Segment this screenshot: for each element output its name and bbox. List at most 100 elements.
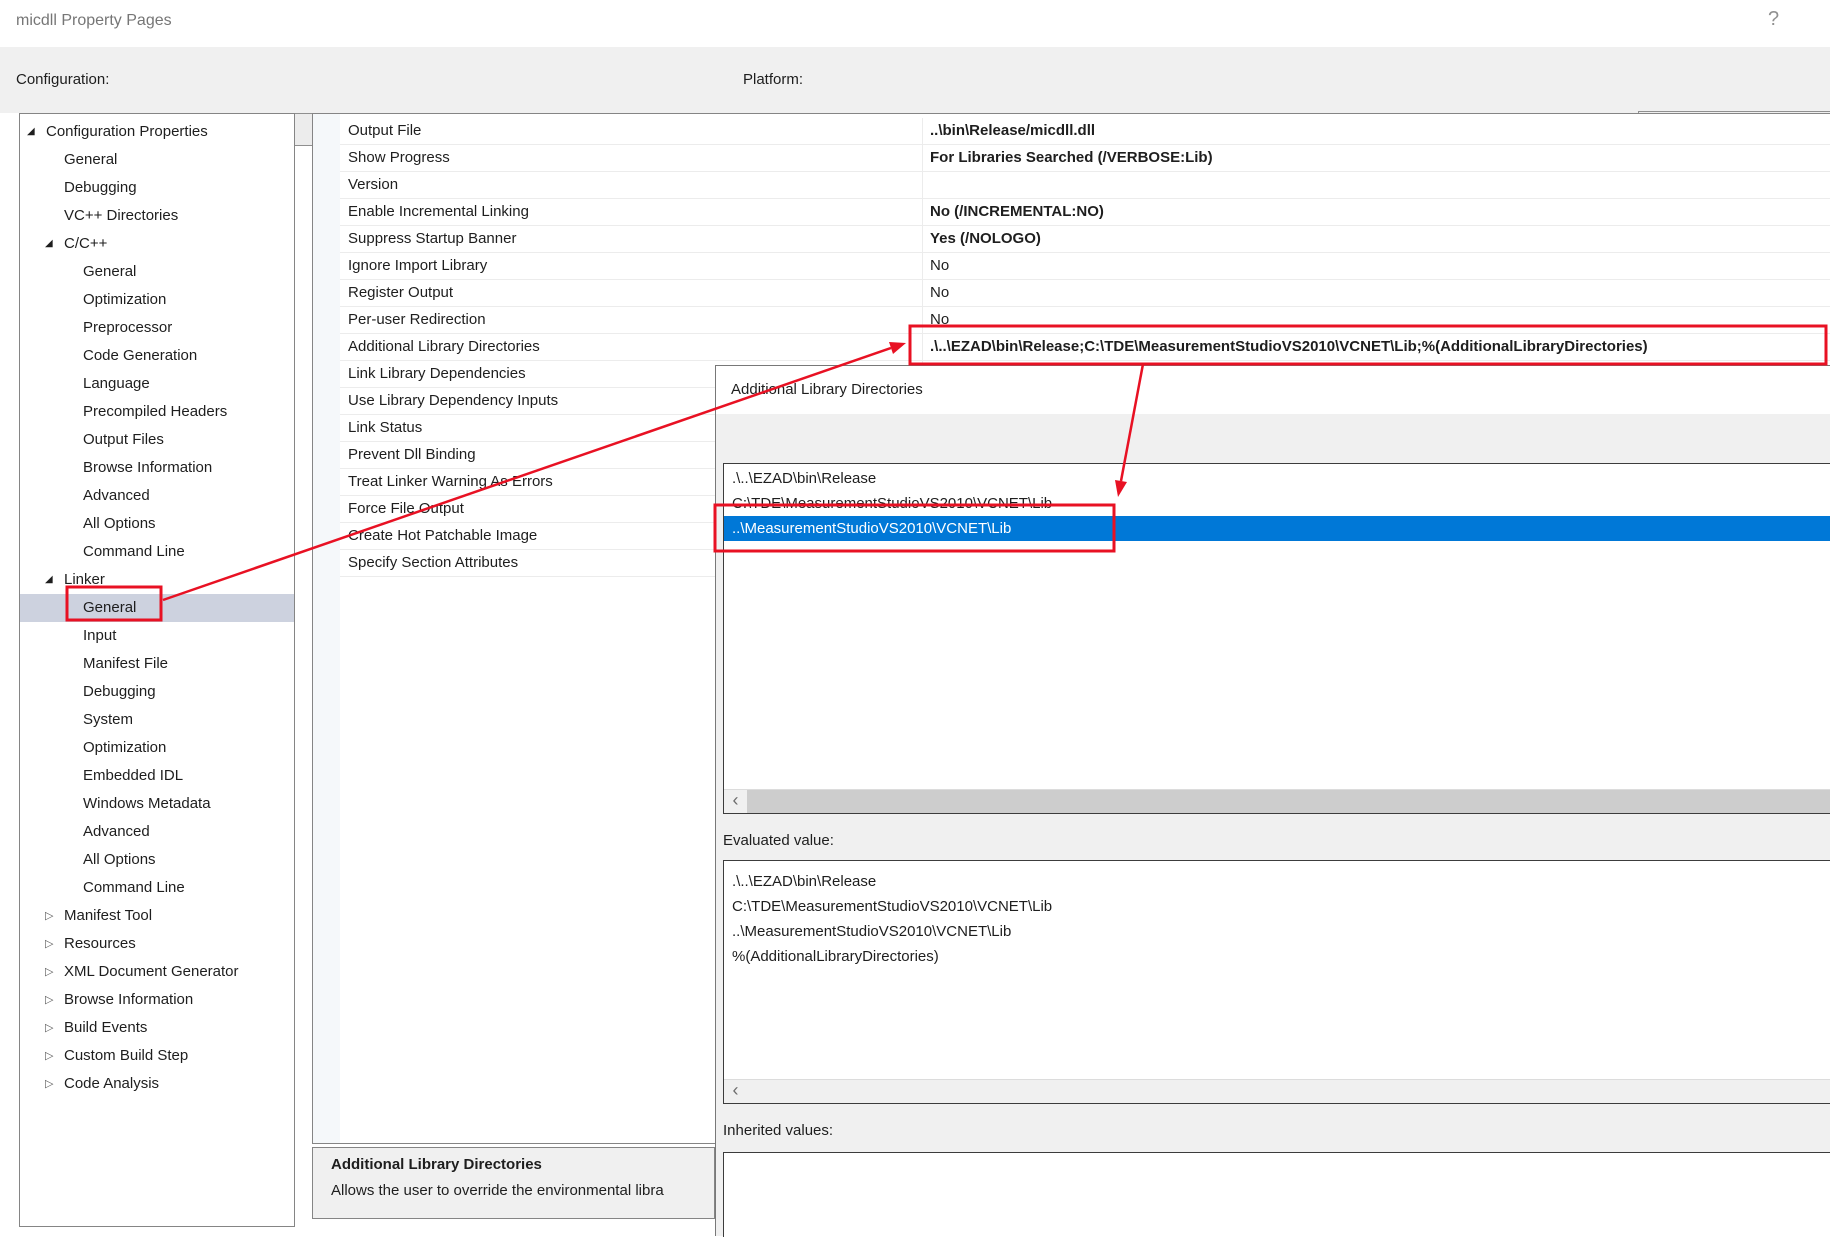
tree-item-general[interactable]: General [20,594,294,622]
directory-list-item[interactable]: .\..\EZAD\bin\Release [724,466,1830,491]
tree-item-debugging[interactable]: Debugging [20,678,294,706]
tree-item-label: Build Events [64,1019,147,1036]
tree-item-general[interactable]: General [20,146,294,174]
evaluated-lines: .\..\EZAD\bin\ReleaseC:\TDE\MeasurementS… [724,869,1830,969]
property-value[interactable]: No (/INCREMENTAL:NO) [930,199,1830,225]
expand-arrow-icon[interactable]: ▷ [45,958,53,986]
tree-item-label: Command Line [83,543,185,560]
tree-item-resources[interactable]: ▷Resources [20,930,294,958]
directory-list-item[interactable]: C:\TDE\MeasurementStudioVS2010\VCNET\Lib [724,491,1830,516]
property-row-show-progress[interactable]: Show ProgressFor Libraries Searched (/VE… [340,145,1830,172]
expand-arrow-icon[interactable]: ▷ [45,1070,53,1098]
property-value[interactable]: Yes (/NOLOGO) [930,226,1830,252]
tree-item-custom-build-step[interactable]: ▷Custom Build Step [20,1042,294,1070]
property-value[interactable]: ..\bin\Release/micdll.dll [930,118,1830,144]
property-name: Ignore Import Library [348,253,487,279]
tree-item-embedded-idl[interactable]: Embedded IDL [20,762,294,790]
tree-item-command-line[interactable]: Command Line [20,874,294,902]
directory-list-item[interactable]: ..\MeasurementStudioVS2010\VCNET\Lib [724,516,1830,541]
evaluated-value-label: Evaluated value: [723,832,834,849]
collapse-arrow-icon[interactable]: ◢ [45,566,53,594]
tree-item-label: Browse Information [64,991,193,1008]
property-name: Link Library Dependencies [348,361,526,387]
property-name: Per-user Redirection [348,307,486,333]
tree-item-advanced[interactable]: Advanced [20,482,294,510]
property-row-per-user-redirection[interactable]: Per-user Redirection No [340,307,1830,334]
tree-item-precompiled-headers[interactable]: Precompiled Headers [20,398,294,426]
inherited-values-box[interactable] [723,1152,1830,1237]
property-value[interactable]: No [930,307,1830,333]
collapse-arrow-icon[interactable]: ◢ [45,230,53,258]
tree-item-preprocessor[interactable]: Preprocessor [20,314,294,342]
tree-item-manifest-file[interactable]: Manifest File [20,650,294,678]
tree-item-browse-information[interactable]: ▷ Browse Information [20,986,294,1014]
configuration-bar: Configuration: Active(Release) ∨ Platfor… [0,47,1830,113]
tree-item-optimization[interactable]: Optimization [20,734,294,762]
property-row-ignore-import-library[interactable]: Ignore Import Library No [340,253,1830,280]
horizontal-scrollbar[interactable]: ‹ [724,789,1830,813]
property-value[interactable]: .\..\EZAD\bin\Release;C:\TDE\Measurement… [930,334,1830,360]
tree-item-language[interactable]: Language [20,370,294,398]
property-row-version[interactable]: Version [340,172,1830,199]
property-name: Specify Section Attributes [348,550,518,576]
property-row-output-file[interactable]: Output File..\bin\Release/micdll.dll [340,118,1830,145]
tree-item-build-events[interactable]: ▷ Build Events [20,1014,294,1042]
tree-item-label: General [83,599,136,616]
tree-item-windows-metadata[interactable]: Windows Metadata [20,790,294,818]
evaluated-value-box: .\..\EZAD\bin\ReleaseC:\TDE\MeasurementS… [723,860,1830,1104]
property-row-additional-library-directories[interactable]: Additional Library Directories .\..\EZAD\… [340,334,1830,361]
tree-item-command-line[interactable]: Command Line [20,538,294,566]
tree-item-all-options[interactable]: All Options [20,510,294,538]
property-row-register-output[interactable]: Register OutputNo [340,280,1830,307]
tree-item-linker[interactable]: ◢Linker [20,566,294,594]
property-row-enable-incremental-linking[interactable]: Enable Incremental LinkingNo (/INCREMENT… [340,199,1830,226]
tree-item-label: Language [83,375,150,392]
title-bar: micdll Property Pages ? [0,0,1830,47]
expand-arrow-icon[interactable]: ▷ [45,986,53,1014]
tree-item-optimization[interactable]: Optimization [20,286,294,314]
expand-arrow-icon[interactable]: ▷ [45,930,53,958]
tree-item-label: Debugging [83,683,156,700]
scroll-left-icon[interactable]: ‹ [724,790,747,813]
tree-item-browse-information[interactable]: Browse Information [20,454,294,482]
property-value[interactable]: No [930,253,1830,279]
evaluated-value-line: %(AdditionalLibraryDirectories) [724,944,1830,969]
tree-item-general[interactable]: General [20,258,294,286]
property-name: Version [348,172,398,198]
tree-item-vc-directories[interactable]: VC++ Directories [20,202,294,230]
tree-item-label: System [83,711,133,728]
expand-arrow-icon[interactable]: ▷ [45,902,53,930]
tree-item-input[interactable]: Input [20,622,294,650]
tree-item-manifest-tool[interactable]: ▷Manifest Tool [20,902,294,930]
horizontal-scrollbar[interactable]: ‹ [724,1079,1830,1103]
tree-item-label: Code Generation [83,347,197,364]
tree-item-xml-document-generator[interactable]: ▷XML Document Generator [20,958,294,986]
collapse-arrow-icon[interactable]: ◢ [27,118,35,146]
tree-item-configuration-properties[interactable]: ◢Configuration Properties [20,118,294,146]
property-value[interactable]: For Libraries Searched (/VERBOSE:Lib) [930,145,1830,171]
tree-item-output-files[interactable]: Output Files [20,426,294,454]
property-name: Additional Library Directories [348,334,540,360]
config-tree: ◢Configuration Properties General Debuggin… [19,113,295,1227]
scroll-left-icon[interactable]: ‹ [724,1080,747,1103]
tree-item-system[interactable]: System [20,706,294,734]
property-value[interactable]: No [930,280,1830,306]
tree-item-label: General [64,151,117,168]
additional-library-directories-dialog: Additional Library Directories .\..\EZAD… [715,365,1830,1236]
tree-item-label: Command Line [83,879,185,896]
property-name: Create Hot Patchable Image [348,523,537,549]
help-icon[interactable]: ? [1768,8,1779,31]
directories-list: .\..\EZAD\bin\ReleaseC:\TDE\MeasurementS… [723,463,1830,814]
tree-item-label: General [83,263,136,280]
tree-item-debugging[interactable]: Debugging [20,174,294,202]
tree-item-c-c[interactable]: ◢C/C++ [20,230,294,258]
tree-item-all-options[interactable]: All Options [20,846,294,874]
tree-item-advanced[interactable]: Advanced [20,818,294,846]
scrollbar-thumb[interactable] [747,790,1830,813]
tree-item-code-generation[interactable]: Code Generation [20,342,294,370]
property-row-suppress-startup-banner[interactable]: Suppress Startup BannerYes (/NOLOGO) [340,226,1830,253]
expand-arrow-icon[interactable]: ▷ [45,1014,53,1042]
tree-item-code-analysis[interactable]: ▷Code Analysis [20,1070,294,1098]
tree-item-label: Embedded IDL [83,767,183,784]
expand-arrow-icon[interactable]: ▷ [45,1042,53,1070]
